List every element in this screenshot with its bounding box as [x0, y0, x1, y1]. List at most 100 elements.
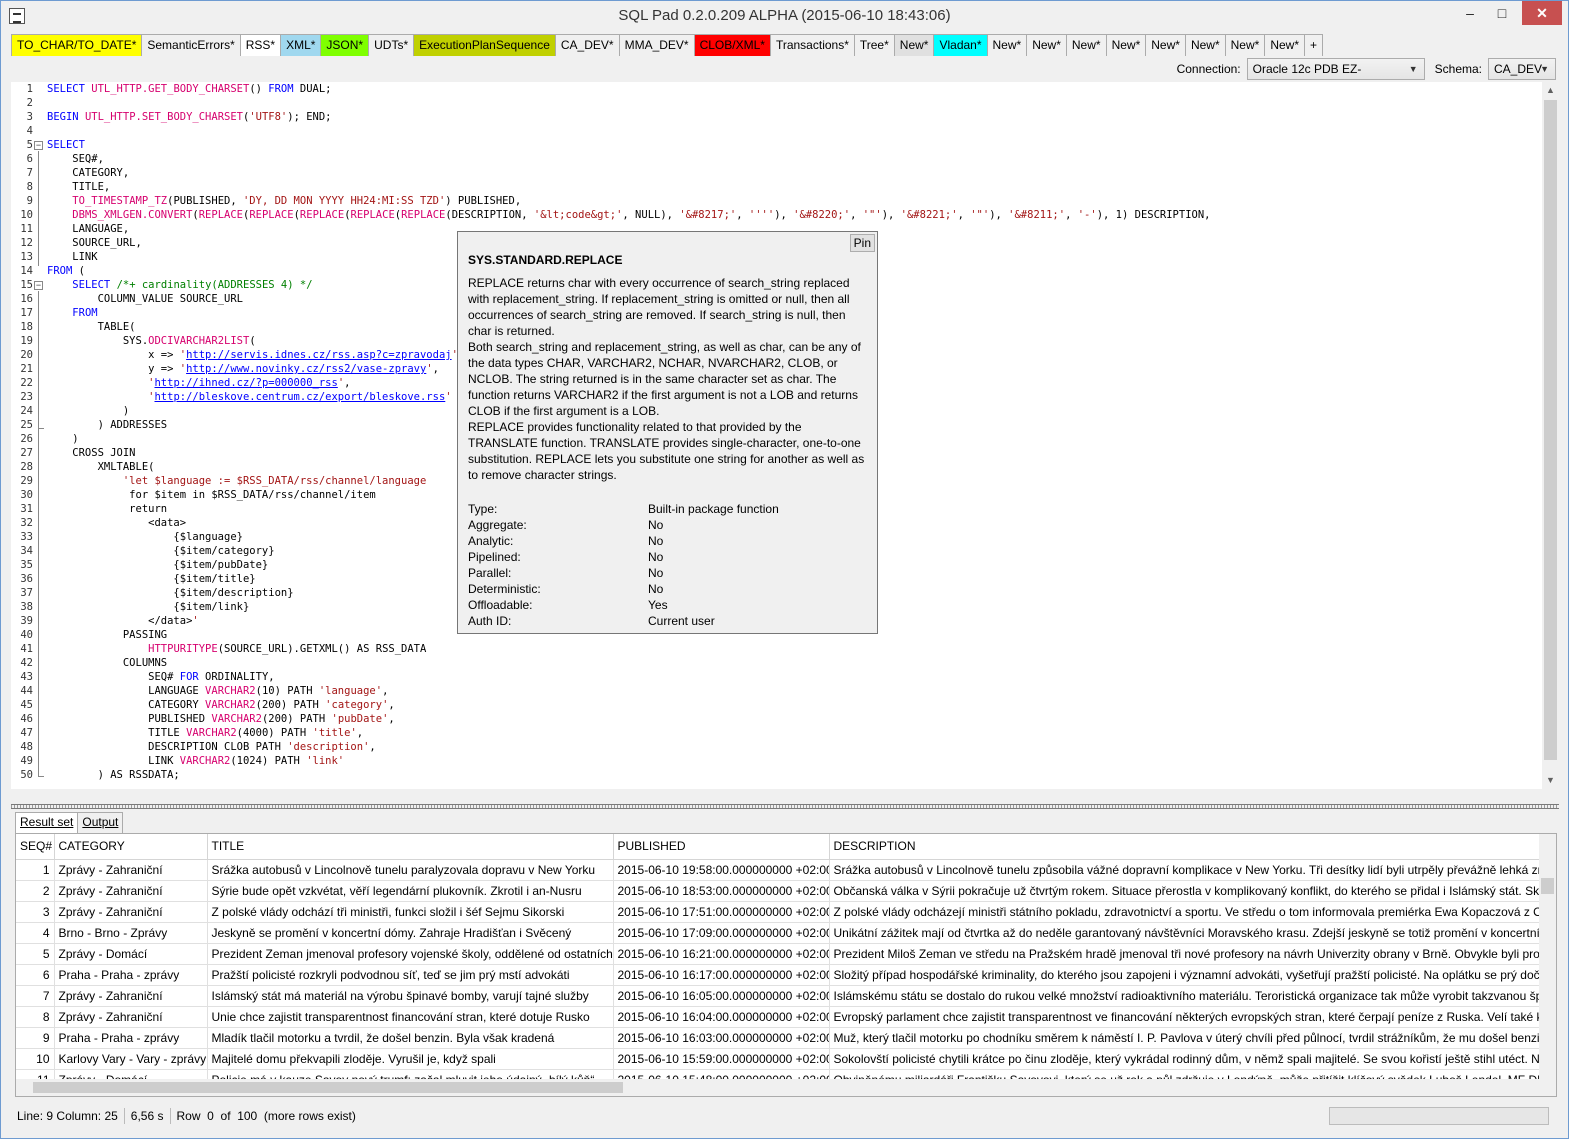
code-line[interactable]: CATEGORY, — [47, 166, 1210, 180]
tab-document[interactable]: Tree* — [853, 34, 895, 56]
code-line[interactable]: PUBLISHED VARCHAR2(200) PATH 'pubDate', — [47, 712, 1210, 726]
table-cell[interactable]: Sokolovští policisté chytili krátce po č… — [829, 1048, 1541, 1070]
tab-document[interactable]: TO_CHAR/TO_DATE* — [11, 34, 143, 56]
code-line[interactable]: CATEGORY VARCHAR2(200) PATH 'category', — [47, 698, 1210, 712]
table-cell[interactable]: 3 — [16, 901, 55, 923]
tab-document[interactable]: New* — [893, 34, 935, 56]
table-cell[interactable]: 2015-06-10 16:03:00.000000000 +02:00 — [613, 1027, 830, 1049]
table-row[interactable]: 9 Praha - Praha - zprávy Mladík tlačil mot… — [16, 1027, 1541, 1049]
tab-document[interactable]: New* — [1224, 34, 1266, 56]
code-line[interactable]: SEQ# FOR ORDINALITY, — [47, 670, 1210, 684]
result-grid[interactable]: SEQ# CATEGORY TITLE PUBLISHED DESCRIPTION 1Z… — [15, 833, 1557, 1097]
table-cell[interactable]: Srážka autobusů v Lincolnově tunelu způs… — [829, 859, 1541, 881]
table-row[interactable]: 5 Zprávy - Domácí Prezident Zeman jmenoval… — [16, 943, 1541, 965]
code-line[interactable]: LANGUAGE VARCHAR2(10) PATH 'language', — [47, 684, 1210, 698]
table-cell[interactable]: Pražští policisté rozkryli podvodnou síť… — [207, 964, 614, 986]
tab-document[interactable]: New* — [986, 34, 1028, 56]
code-line[interactable]: DESCRIPTION CLOB PATH 'description', — [47, 740, 1210, 754]
table-cell[interactable]: 9 — [16, 1027, 55, 1049]
table-cell[interactable]: 8 — [16, 1006, 55, 1028]
table-cell[interactable]: Jeskyně se promění v koncertní dómy. Zah… — [207, 922, 614, 944]
tab-document[interactable]: Vladan* — [933, 34, 988, 56]
code-line[interactable]: TITLE, — [47, 180, 1210, 194]
table-cell[interactable]: 2015-06-10 15:59:00.000000000 +02:00 — [613, 1048, 830, 1070]
table-row[interactable]: 3 Zprávy - Zahraniční Z polské vlády odchá… — [16, 901, 1541, 923]
code-line[interactable]: COLUMNS — [47, 656, 1210, 670]
tab-document[interactable]: ExecutionPlanSequence — [413, 34, 556, 56]
table-cell[interactable]: Islámský stát má materiál na výrobu špin… — [207, 985, 614, 1007]
add-tab-button[interactable]: + — [1304, 34, 1324, 56]
tab-document[interactable]: New* — [1184, 34, 1226, 56]
table-row[interactable]: 10 Karlovy Vary - Vary - zprávy Majitelé d… — [16, 1048, 1541, 1070]
table-row[interactable]: 7 Zprávy - Zahraniční Islámský stát má mat… — [16, 985, 1541, 1007]
tab-document[interactable]: RSS* — [239, 34, 282, 56]
table-cell[interactable]: Zprávy - Zahraniční — [54, 1006, 208, 1028]
code-line[interactable]: LINK VARCHAR2(1024) PATH 'link' — [47, 754, 1210, 768]
table-cell[interactable]: 2015-06-10 19:58:00.000000000 +02:00 — [613, 859, 830, 881]
editor-vertical-scrollbar[interactable]: ▲ ▼ — [1542, 82, 1559, 789]
code-line[interactable]: SELECT — [47, 138, 1210, 152]
table-cell[interactable]: Zprávy - Zahraniční — [54, 985, 208, 1007]
table-row[interactable]: 4 Brno - Brno - Zprávy Jeskyně se promění … — [16, 922, 1541, 944]
code-line[interactable]: TO_TIMESTAMP_TZ(PUBLISHED, 'DY, DD MON Y… — [47, 194, 1210, 208]
table-cell[interactable]: Zprávy - Zahraniční — [54, 880, 208, 902]
table-cell[interactable]: Unikátní zážitek mají od čtvrtka až do n… — [829, 922, 1541, 944]
table-cell[interactable]: 7 — [16, 985, 55, 1007]
table-cell[interactable]: Muž, který tlačil motorku po chodníku sm… — [829, 1027, 1541, 1049]
code-line[interactable] — [47, 96, 1210, 110]
table-cell[interactable]: 2015-06-10 16:04:00.000000000 +02:00 — [613, 1006, 830, 1028]
connection-select[interactable]: Oracle 12c PDB EZ-Connect ▼ — [1246, 58, 1425, 96]
tab-document[interactable]: JSON* — [320, 34, 370, 56]
column-header[interactable]: CATEGORY — [54, 834, 208, 860]
schema-select[interactable]: CA_DEV ▼ — [1488, 58, 1556, 80]
tab-document[interactable]: CLOB/XML* — [693, 34, 771, 56]
table-cell[interactable]: Prezident Miloš Zeman ve středu na Pražs… — [829, 943, 1541, 965]
table-cell[interactable]: 5 — [16, 943, 55, 965]
table-cell[interactable]: 2015-06-10 16:17:00.000000000 +02:00 — [613, 964, 830, 986]
scroll-thumb[interactable] — [1541, 878, 1554, 894]
table-cell[interactable]: Občanská válka v Sýrii pokračuje už čtvr… — [829, 880, 1541, 902]
table-cell[interactable]: Praha - Praha - zprávy — [54, 964, 208, 986]
code-line[interactable]: SELECT UTL_HTTP.GET_BODY_CHARSET() FROM … — [47, 82, 1210, 96]
table-cell[interactable]: Mladík tlačil motorku a tvrdil, že došel… — [207, 1027, 614, 1049]
tab-document[interactable]: New* — [1105, 34, 1147, 56]
tab-document[interactable]: New* — [1026, 34, 1067, 56]
table-cell[interactable]: Unie chce zajistit transparentnost finan… — [207, 1006, 614, 1028]
code-line[interactable] — [47, 124, 1210, 138]
grid-vertical-scrollbar[interactable] — [1539, 834, 1556, 1096]
tab-document[interactable]: New* — [1264, 34, 1306, 56]
scroll-thumb[interactable] — [1544, 100, 1557, 760]
table-cell[interactable]: Karlovy Vary - Vary - zprávy — [54, 1048, 208, 1070]
table-cell[interactable]: 2015-06-10 16:21:00.000000000 +02:00 — [613, 943, 830, 965]
table-cell[interactable]: Z polské vlády odchází tři ministři, fun… — [207, 901, 614, 923]
table-cell[interactable]: Brno - Brno - Zprávy — [54, 922, 208, 944]
table-cell[interactable]: 6 — [16, 964, 55, 986]
table-row[interactable]: 1 Zprávy - Zahraniční Srážka autobusů v Li… — [16, 859, 1541, 881]
table-row[interactable]: 2 Zprávy - Zahraniční Sýrie bude opět vzkv… — [16, 880, 1541, 902]
table-cell[interactable]: 1 — [16, 859, 55, 881]
table-cell[interactable]: Sýrie bude opět vzkvétat, věří legendárn… — [207, 880, 614, 902]
table-cell[interactable]: Složitý případ hospodářské kriminality, … — [829, 964, 1541, 986]
table-cell[interactable]: Majitelé domu překvapili zloděje. Vyruši… — [207, 1048, 614, 1070]
scroll-down-icon[interactable]: ▼ — [1542, 772, 1559, 789]
table-cell[interactable]: Z polské vlády odcházejí ministři státní… — [829, 901, 1541, 923]
maximize-icon[interactable]: □ — [1486, 1, 1518, 25]
close-icon[interactable]: ✕ — [1522, 1, 1562, 25]
tab-document[interactable]: SemanticErrors* — [141, 34, 241, 56]
tab-result-set[interactable]: Result set — [15, 812, 79, 833]
code-line[interactable]: ) AS RSSDATA; — [47, 768, 1210, 782]
tab-document[interactable]: New* — [1065, 34, 1107, 56]
tab-document[interactable]: CA_DEV* — [554, 34, 620, 56]
pane-splitter[interactable] — [11, 804, 1559, 809]
table-cell[interactable]: 2 — [16, 880, 55, 902]
table-row[interactable]: 6 Praha - Praha - zprávy Pražští policisté… — [16, 964, 1541, 986]
table-cell[interactable]: Praha - Praha - zprávy — [54, 1027, 208, 1049]
table-cell[interactable]: 2015-06-10 16:05:00.000000000 +02:00 — [613, 985, 830, 1007]
column-header[interactable]: PUBLISHED — [613, 834, 830, 860]
code-line[interactable]: DBMS_XMLGEN.CONVERT(REPLACE(REPLACE(REPL… — [47, 208, 1210, 222]
table-cell[interactable]: Prezident Zeman jmenoval profesory vojen… — [207, 943, 614, 965]
tab-document[interactable]: New* — [1145, 34, 1186, 56]
tab-document[interactable]: UDTs* — [368, 34, 415, 56]
fold-toggle-icon[interactable]: − — [34, 281, 43, 290]
table-cell[interactable]: Zprávy - Zahraniční — [54, 859, 208, 881]
